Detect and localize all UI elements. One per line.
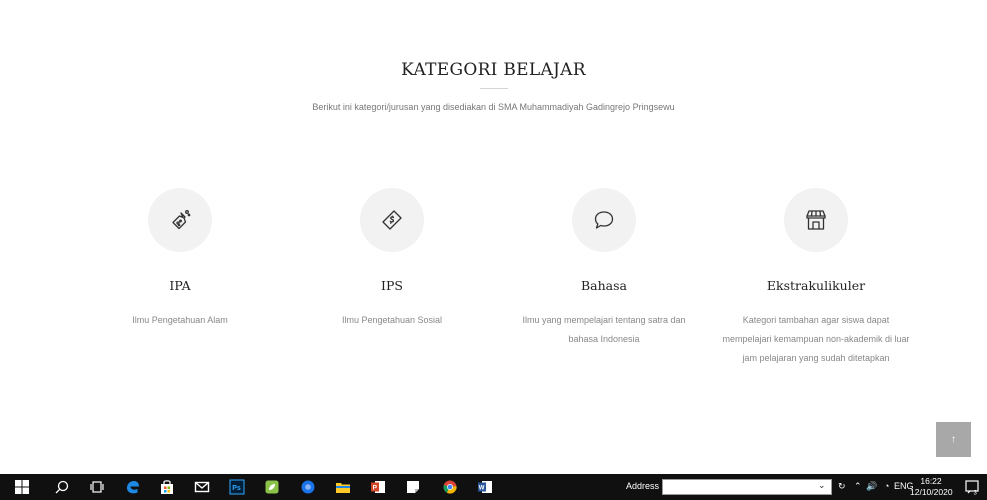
refresh-icon[interactable]: ↻ xyxy=(838,481,846,492)
category-description: Ilmu Pengetahuan Alam xyxy=(132,315,228,325)
chrome-icon[interactable] xyxy=(440,477,460,497)
volume-icon[interactable]: 🔊 xyxy=(866,481,877,492)
scroll-to-top-button[interactable]: ↑ xyxy=(936,422,971,457)
category-description: Ilmu yang mempelajari tentang satra dan … xyxy=(522,315,686,344)
category-card-ipa[interactable]: IPA Ilmu Pengetahuan Alam xyxy=(74,188,286,388)
category-grid: IPA Ilmu Pengetahuan Alam IPS Ilmu Penge… xyxy=(74,188,922,388)
clock[interactable]: 16:22 12/10/2020 xyxy=(910,476,953,498)
windows-start-icon[interactable] xyxy=(12,477,32,497)
network-icon[interactable]: ◔ xyxy=(884,481,889,491)
chrome-blue-icon[interactable] xyxy=(298,477,318,497)
clock-time: 16:22 xyxy=(920,476,942,486)
category-description: Kategori tambahan agar siswa dapat mempe… xyxy=(722,315,910,363)
section-title: KATEGORI BELAJAR xyxy=(401,60,586,80)
svg-text:P: P xyxy=(373,485,378,492)
category-description: Ilmu Pengetahuan Sosial xyxy=(341,315,443,325)
category-name: IPA xyxy=(169,278,191,293)
file-explorer-icon[interactable] xyxy=(333,477,353,497)
money-tag-icon xyxy=(360,188,424,252)
windows-taskbar: Ps P W Address ⌄ ↻ ⌃ 🔊 ◔ ENG 16:22 12/10… xyxy=(0,474,987,500)
category-card-ekstrakulikuler[interactable]: Ekstrakulikuler Kategori tambahan agar s… xyxy=(710,188,922,388)
word-icon[interactable]: W xyxy=(475,477,495,497)
notification-icon[interactable]: 3 xyxy=(964,479,980,497)
category-card-ips[interactable]: IPS Ilmu Pengetahuan Sosial xyxy=(286,188,498,388)
mail-icon[interactable] xyxy=(192,477,212,497)
speech-bubble-icon xyxy=(572,188,636,252)
chevron-down-icon[interactable]: ⌄ xyxy=(818,480,826,491)
task-view-icon[interactable] xyxy=(87,477,107,497)
category-name: IPS xyxy=(381,278,403,293)
search-icon[interactable] xyxy=(52,477,72,497)
edge-browser-icon[interactable] xyxy=(122,477,142,497)
green-app-icon[interactable] xyxy=(262,477,282,497)
sticky-notes-icon[interactable] xyxy=(403,477,423,497)
store-bag-icon[interactable] xyxy=(157,477,177,497)
flask-icon xyxy=(148,188,212,252)
section-subtitle: Berikut ini kategori/jurusan yang disedi… xyxy=(312,102,675,112)
chevron-up-icon[interactable]: ⌃ xyxy=(854,481,862,492)
title-divider xyxy=(480,88,508,89)
clock-date: 12/10/2020 xyxy=(910,487,953,497)
svg-text:Ps: Ps xyxy=(232,485,241,492)
photoshop-icon[interactable]: Ps xyxy=(227,477,247,497)
svg-text:W: W xyxy=(479,486,485,492)
category-card-bahasa[interactable]: Bahasa Ilmu yang mempelajari tentang sat… xyxy=(498,188,710,388)
powerpoint-icon[interactable]: P xyxy=(368,477,388,497)
address-input[interactable] xyxy=(662,479,832,495)
category-name: Ekstrakulikuler xyxy=(766,278,866,293)
address-label: Address xyxy=(626,481,660,491)
arrow-up-icon: ↑ xyxy=(951,434,956,445)
category-name: Bahasa xyxy=(580,278,627,293)
store-icon xyxy=(784,188,848,252)
